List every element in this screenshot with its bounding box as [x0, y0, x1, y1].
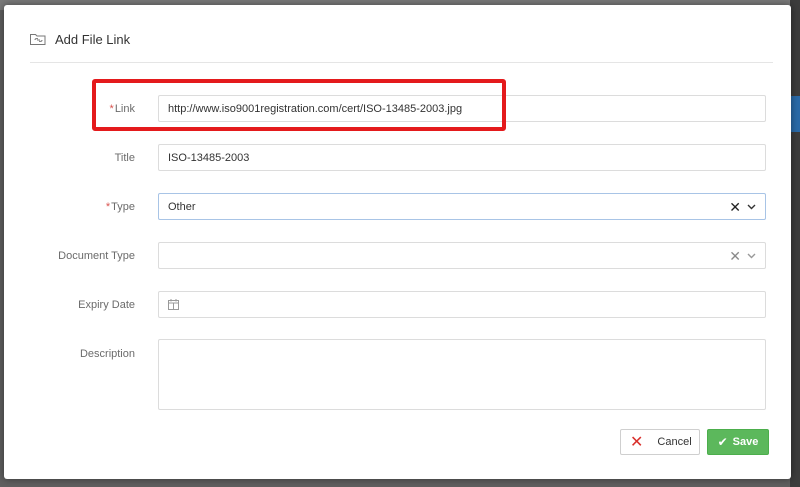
dialog-header: Add File Link: [30, 29, 130, 49]
document-type-label: Document Type: [58, 250, 135, 262]
check-icon: ✔: [717, 435, 728, 449]
link-highlight-box: [92, 79, 506, 131]
title-value: ISO-13485-2003: [168, 151, 250, 164]
cancel-button[interactable]: ✕ Cancel: [620, 429, 700, 455]
type-select[interactable]: Other ✕: [158, 193, 766, 220]
add-file-link-dialog: Add File Link *Link http://www.iso9001re…: [4, 5, 791, 479]
type-value: Other: [168, 200, 196, 213]
clear-icon[interactable]: ✕: [729, 249, 741, 263]
chevron-down-icon[interactable]: [747, 204, 756, 210]
cancel-label: Cancel: [657, 436, 692, 448]
background-edge-tab: [790, 96, 800, 132]
expiry-date-label: Expiry Date: [78, 299, 135, 311]
chevron-down-icon[interactable]: [747, 253, 756, 259]
background-right-edge: [790, 0, 800, 487]
save-label: Save: [732, 436, 759, 448]
description-label: Description: [79, 348, 135, 360]
title-input[interactable]: ISO-13485-2003: [158, 144, 766, 171]
description-textarea[interactable]: [158, 339, 766, 410]
title-label: Title: [114, 152, 135, 164]
folder-link-icon: [30, 34, 46, 45]
required-marker: *: [105, 201, 111, 213]
document-type-select[interactable]: ✕: [158, 242, 766, 269]
type-label: *Type: [105, 201, 135, 213]
header-divider: [30, 62, 773, 63]
expiry-date-input[interactable]: [158, 291, 766, 318]
clear-icon[interactable]: ✕: [729, 200, 741, 214]
dialog-title: Add File Link: [55, 31, 131, 47]
close-icon: ✕: [630, 434, 644, 451]
calendar-icon[interactable]: [168, 299, 179, 310]
save-button[interactable]: ✔ Save: [707, 429, 769, 455]
